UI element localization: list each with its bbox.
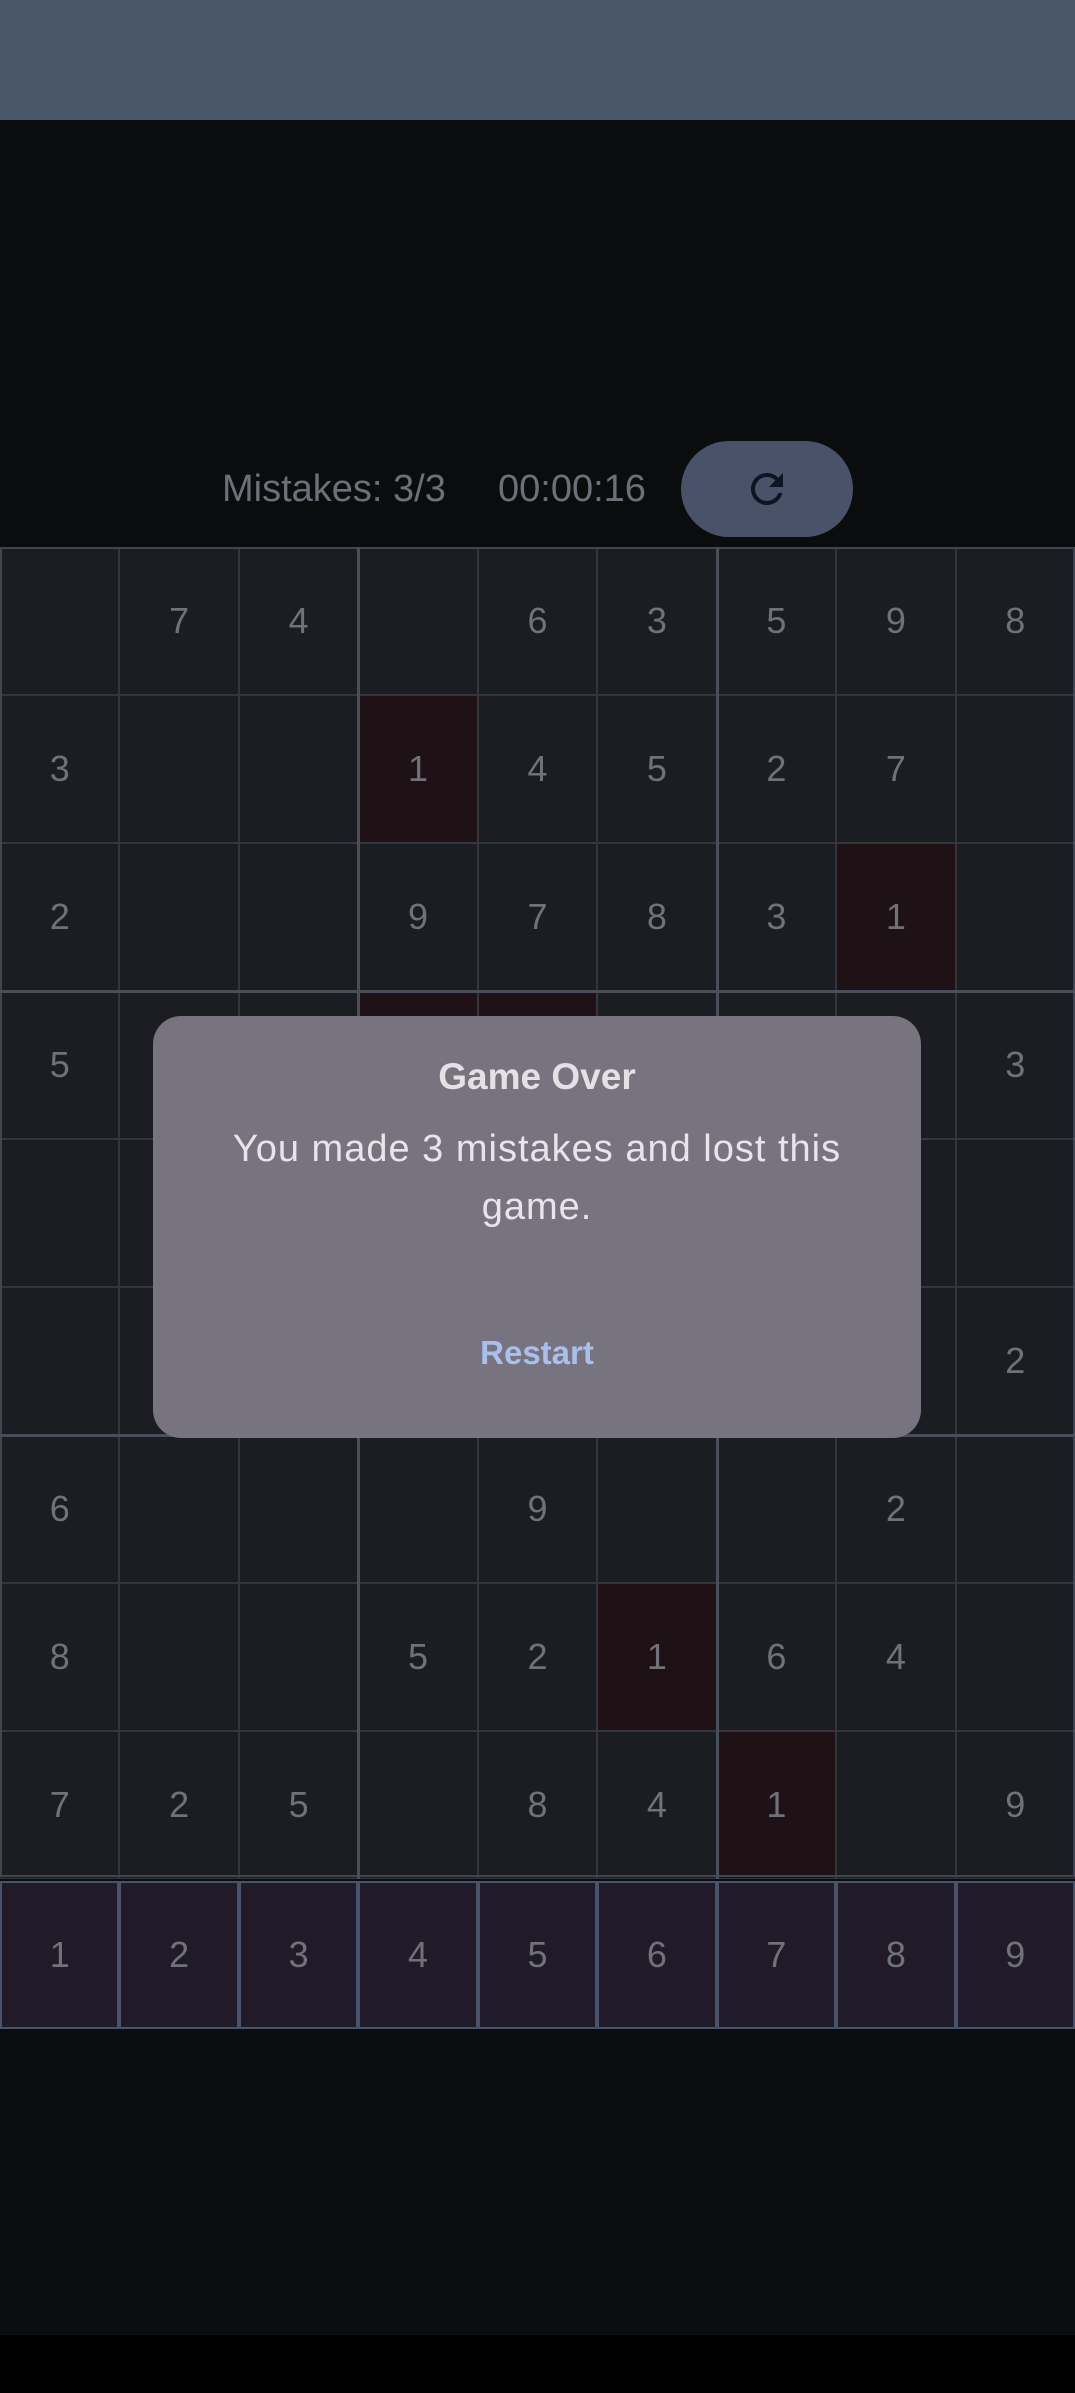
board-cell[interactable] [358,547,478,695]
board-cell[interactable] [955,843,1075,991]
dialog-title: Game Over [438,1056,636,1097]
board-cell[interactable]: 3 [597,547,717,695]
board-cell[interactable]: 5 [597,695,717,843]
number-pad-key[interactable]: 8 [836,1881,956,2029]
board-cell[interactable]: 4 [597,1731,717,1879]
board-cell[interactable] [119,1435,239,1583]
game-timer: 00:00:16 [498,468,646,510]
board-cell[interactable]: 2 [716,695,837,843]
board-cell[interactable]: 4 [836,1583,956,1731]
board-cell[interactable] [119,695,239,843]
board-cell[interactable] [238,1435,359,1583]
board-cell[interactable]: 6 [477,547,598,695]
board-cell[interactable] [119,1583,239,1731]
board-cell[interactable] [238,1583,359,1731]
restart-button[interactable] [681,441,853,537]
board-cell[interactable] [238,843,359,991]
board-cell[interactable]: 2 [955,1287,1075,1435]
board-cell[interactable]: 2 [836,1435,956,1583]
number-pad-key[interactable]: 4 [358,1881,478,2029]
board-cell[interactable]: 5 [238,1731,359,1879]
board-cell[interactable]: 3 [0,695,120,843]
number-pad-key[interactable]: 5 [477,1881,598,2029]
board-cell[interactable] [0,1139,120,1287]
board-cell[interactable]: 3 [955,991,1075,1139]
board-cell[interactable]: 9 [836,547,956,695]
number-pad-key[interactable]: 1 [0,1881,120,2029]
board-cell[interactable]: 9 [358,843,478,991]
board-cell[interactable]: 5 [716,547,837,695]
number-pad-key[interactable]: 9 [955,1881,1075,2029]
number-pad-key[interactable]: 7 [716,1881,837,2029]
board-cell[interactable]: 7 [119,547,239,695]
board-cell[interactable]: 8 [0,1583,120,1731]
board-cell[interactable]: 9 [955,1731,1075,1879]
board-cell[interactable]: 2 [119,1731,239,1879]
board-cell[interactable]: 7 [836,695,956,843]
board-cell[interactable]: 1 [597,1583,717,1731]
board-cell[interactable]: 4 [238,547,359,695]
board-cell[interactable]: 8 [955,547,1075,695]
board-cell[interactable]: 1 [836,843,956,991]
board-cell[interactable]: 4 [477,695,598,843]
board-cell[interactable] [238,695,359,843]
refresh-icon [751,473,783,505]
board-cell[interactable]: 7 [0,1731,120,1879]
board-cell[interactable]: 6 [0,1435,120,1583]
board-cell[interactable] [358,1731,478,1879]
mistakes-counter: Mistakes: 3/3 [222,468,446,510]
dialog-restart-button[interactable]: Restart [447,1318,627,1388]
number-pad-key[interactable]: 2 [119,1881,239,2029]
board-cell[interactable]: 9 [477,1435,598,1583]
board-cell[interactable] [0,547,120,695]
number-pad-key[interactable]: 3 [238,1881,359,2029]
board-cell[interactable]: 7 [477,843,598,991]
board-cell[interactable] [597,1435,717,1583]
board-cell[interactable] [358,1435,478,1583]
board-cell[interactable] [119,843,239,991]
board-cell[interactable]: 5 [0,991,120,1139]
board-cell[interactable] [955,695,1075,843]
board-cell[interactable]: 1 [358,695,478,843]
dialog-message: You made 3 mistakes and lost this game. [232,1128,842,1228]
board-cell[interactable]: 5 [358,1583,478,1731]
board-cell[interactable]: 6 [716,1583,837,1731]
navigation-bar [0,2335,1075,2393]
number-pad-key[interactable]: 6 [597,1881,717,2029]
status-bar [0,0,1075,120]
board-cell[interactable]: 2 [0,843,120,991]
game-over-dialog: Game Over You made 3 mistakes and lost t… [153,1016,921,1438]
board-cell[interactable]: 8 [477,1731,598,1879]
board-cell[interactable]: 1 [716,1731,837,1879]
board-cell[interactable] [955,1139,1075,1287]
board-cell[interactable]: 2 [477,1583,598,1731]
board-cell[interactable] [0,1287,120,1435]
board-cell[interactable] [955,1583,1075,1731]
board-cell[interactable] [716,1435,837,1583]
board-cell[interactable] [955,1435,1075,1583]
board-cell[interactable]: 3 [716,843,837,991]
board-cell[interactable] [836,1731,956,1879]
board-cell[interactable]: 8 [597,843,717,991]
